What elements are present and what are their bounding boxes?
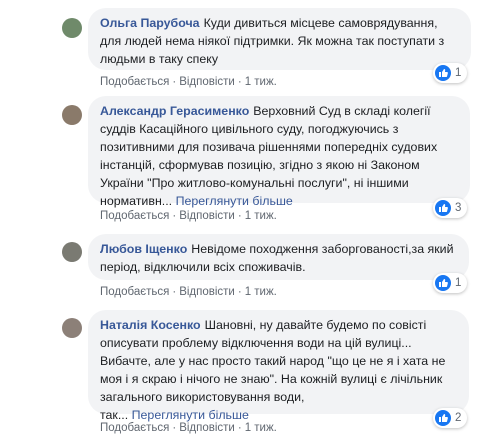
- reaction-count[interactable]: 1: [433, 63, 468, 83]
- comment-bubble: Наталія Косенко Шановні, ну давайте будем…: [88, 310, 469, 422]
- like-link[interactable]: Подобається: [100, 422, 169, 434]
- reply-link[interactable]: Відповісти: [179, 286, 235, 298]
- see-more-link[interactable]: Переглянути більше: [132, 408, 249, 422]
- comment-author[interactable]: Наталія Косенко: [100, 318, 201, 332]
- reply-link[interactable]: Відповісти: [179, 210, 235, 222]
- comment-text: України "Про житлово-комунальні послуги"…: [100, 176, 409, 190]
- comment-author[interactable]: Александр Герасименко: [100, 104, 249, 118]
- reaction-count[interactable]: 2: [433, 408, 468, 428]
- like-icon: [435, 275, 451, 291]
- comment-text: нормативн...: [100, 194, 176, 208]
- like-link[interactable]: Подобається: [100, 286, 169, 298]
- comment-text: Шановні, ну давайте будемо по совісті: [204, 318, 427, 332]
- comment-text: суддів Касаційного цивільного суду, пого…: [100, 122, 399, 136]
- reaction-count[interactable]: 1: [433, 273, 468, 293]
- like-link[interactable]: Подобається: [100, 210, 169, 222]
- timestamp[interactable]: 1 тиж.: [245, 76, 277, 88]
- comment-text: Вибачте, але у нас просто такий народ "щ…: [100, 354, 446, 368]
- comment-text: період, відключили всіх споживачів.: [100, 260, 306, 274]
- comment-author[interactable]: Любов Іщенко: [100, 242, 187, 256]
- comment-actions: Подобається · Відповісти · 1 тиж.: [100, 422, 277, 434]
- reaction-count[interactable]: 3: [433, 198, 468, 218]
- reply-link[interactable]: Відповісти: [179, 422, 235, 434]
- like-icon: [435, 200, 451, 216]
- comment-text: Верховний Суд в складі колегії: [253, 104, 431, 118]
- comment-author[interactable]: Ольга Парубоча: [100, 16, 200, 30]
- comment-text: Невідоме походження заборгованості,за як…: [191, 242, 454, 256]
- avatar[interactable]: [62, 105, 82, 125]
- like-link[interactable]: Подобається: [100, 76, 169, 88]
- comment-text: позитивними для позивача рішеннями попер…: [100, 140, 438, 154]
- avatar[interactable]: [62, 318, 82, 338]
- like-icon: [435, 410, 451, 426]
- avatar[interactable]: [62, 18, 82, 38]
- comment-bubble: Любов Іщенко Невідоме походження заборгов…: [88, 234, 469, 280]
- comment-text: інстанцій, сформував позицію, згідно з я…: [100, 158, 420, 172]
- comment-text: людьми в таку спеку: [100, 52, 219, 66]
- comment-bubble: Ольга Парубоча Куди дивиться місцеве само…: [88, 8, 471, 70]
- timestamp[interactable]: 1 тиж.: [245, 422, 277, 434]
- reply-link[interactable]: Відповісти: [179, 76, 235, 88]
- timestamp[interactable]: 1 тиж.: [245, 286, 277, 298]
- comment-actions: Подобається · Відповісти · 1 тиж.: [100, 286, 277, 298]
- comment-text: для людей нема ніякої підтримки. Як можн…: [100, 34, 445, 48]
- see-more-link[interactable]: Переглянути більше: [176, 194, 293, 208]
- like-icon: [435, 65, 451, 81]
- comment-text: так...: [100, 408, 132, 422]
- comment-actions: Подобається · Відповісти · 1 тиж.: [100, 76, 277, 88]
- comment-text: моя і я скраю і нічого не знаю". На кожн…: [100, 372, 443, 386]
- timestamp[interactable]: 1 тиж.: [245, 210, 277, 222]
- comment-text: описувати проблему відключення води на ц…: [100, 336, 412, 350]
- comment-actions: Подобається · Відповісти · 1 тиж.: [100, 210, 277, 222]
- comment-bubble: Александр Герасименко Верховний Суд в скл…: [88, 96, 470, 208]
- avatar[interactable]: [62, 242, 82, 262]
- comment-text: Куди дивиться місцеве самоврядування,: [203, 16, 438, 30]
- comment-text: загального використовування води,: [100, 390, 305, 404]
